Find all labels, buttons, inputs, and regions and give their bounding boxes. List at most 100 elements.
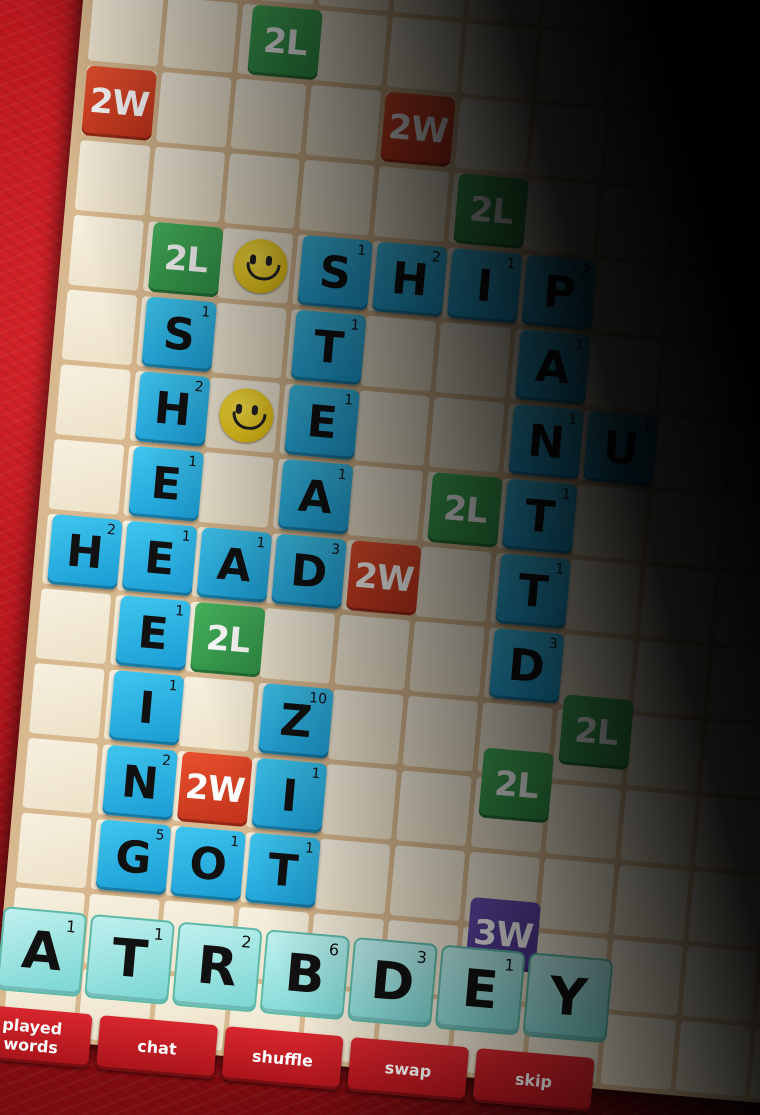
board-cell[interactable] xyxy=(756,952,760,1029)
board-cell[interactable] xyxy=(749,1027,760,1104)
board-cell[interactable] xyxy=(461,23,538,100)
board-cell[interactable] xyxy=(685,42,760,119)
board-cell[interactable] xyxy=(162,0,239,73)
board-cell[interactable] xyxy=(672,192,749,269)
board-cell[interactable] xyxy=(395,770,472,847)
board-cell[interactable] xyxy=(720,497,760,574)
board-cell[interactable] xyxy=(545,783,622,860)
game-board[interactable]: 2L 2W 2W 2L 2L 2L 2W 2L 2L 2L 2W 3W S1H2… xyxy=(0,0,760,1115)
board-cell[interactable] xyxy=(646,491,723,568)
rack-tile[interactable]: E1 xyxy=(434,944,526,1036)
board-cell[interactable] xyxy=(55,364,131,441)
board-cell[interactable] xyxy=(402,695,479,772)
board-cell[interactable] xyxy=(259,607,336,684)
board-cell[interactable] xyxy=(347,465,424,541)
board-cell[interactable] xyxy=(334,614,411,691)
board-cell[interactable] xyxy=(314,838,391,915)
board-cell[interactable] xyxy=(538,858,615,935)
played-words-button[interactable]: played words xyxy=(0,1004,93,1069)
board-cell[interactable] xyxy=(681,946,758,1022)
board-cell[interactable] xyxy=(639,565,716,642)
board-cell[interactable] xyxy=(565,559,641,636)
board-cell[interactable] xyxy=(740,273,760,350)
board-cell[interactable] xyxy=(675,1020,752,1097)
board-cell[interactable] xyxy=(74,140,151,216)
board-cell[interactable] xyxy=(600,1014,677,1091)
board-cell[interactable] xyxy=(386,16,463,93)
board-cell[interactable] xyxy=(389,845,466,921)
board-cell[interactable] xyxy=(327,689,404,766)
board-cell[interactable] xyxy=(620,790,696,866)
board-cell[interactable] xyxy=(87,0,164,67)
chat-button[interactable]: chat xyxy=(95,1015,219,1080)
board-cell[interactable] xyxy=(678,117,755,194)
board-cell[interactable] xyxy=(61,289,138,366)
board-cell[interactable] xyxy=(529,104,606,181)
board-cell[interactable] xyxy=(747,198,760,275)
board-cell[interactable] xyxy=(633,640,710,717)
board-cell[interactable] xyxy=(68,214,144,291)
board-cell[interactable] xyxy=(584,335,661,412)
board-cell[interactable] xyxy=(15,812,92,889)
board-cell[interactable] xyxy=(701,721,760,798)
board-cell[interactable] xyxy=(155,71,232,148)
board-cell[interactable] xyxy=(393,0,469,18)
board-cell[interactable] xyxy=(211,302,287,379)
board-cell[interactable] xyxy=(610,36,687,113)
rack-tile[interactable]: T1 xyxy=(84,913,176,1005)
board-cell[interactable] xyxy=(688,871,760,948)
board-cell[interactable] xyxy=(298,159,375,236)
board-cell[interactable] xyxy=(467,0,544,25)
board-cell[interactable] xyxy=(659,341,736,418)
board-cell[interactable] xyxy=(617,0,694,38)
board-cell[interactable] xyxy=(692,0,760,45)
rack-tile[interactable]: D3 xyxy=(347,936,439,1028)
board-cell[interactable] xyxy=(454,98,531,174)
board-cell[interactable] xyxy=(522,179,599,256)
board-cell[interactable] xyxy=(542,0,619,31)
board-cell[interactable] xyxy=(613,864,690,941)
board-cell[interactable] xyxy=(305,84,382,161)
board-cell[interactable] xyxy=(28,663,105,739)
board-cell[interactable] xyxy=(626,715,703,792)
board-cell[interactable] xyxy=(353,390,430,467)
board-cell[interactable] xyxy=(604,111,681,187)
board-cell[interactable] xyxy=(428,396,505,473)
board-cell[interactable] xyxy=(591,260,667,337)
board-cell[interactable] xyxy=(22,737,99,814)
board-cell[interactable] xyxy=(694,796,760,873)
board-cell[interactable] xyxy=(665,267,742,343)
rack-tile[interactable]: A1 xyxy=(0,906,88,998)
board-cell[interactable] xyxy=(536,29,612,106)
board-cell[interactable] xyxy=(224,153,300,229)
swap-button[interactable]: swap xyxy=(346,1037,470,1102)
board-cell[interactable] xyxy=(230,78,307,155)
shuffle-button[interactable]: shuffle xyxy=(221,1026,344,1091)
board-cell[interactable] xyxy=(714,572,760,649)
rack-tile[interactable]: Y xyxy=(522,952,614,1044)
board-cell[interactable] xyxy=(435,322,512,398)
board-cell[interactable] xyxy=(321,763,398,840)
board-cell[interactable] xyxy=(652,416,729,493)
board-cell[interactable] xyxy=(707,647,760,723)
board-cell[interactable] xyxy=(178,676,255,752)
board-cell[interactable] xyxy=(197,451,274,528)
board-cell[interactable] xyxy=(409,621,485,697)
board-cell[interactable] xyxy=(753,124,760,200)
board-cell[interactable] xyxy=(311,10,388,87)
skip-button[interactable]: skip xyxy=(472,1048,595,1113)
board-cell[interactable] xyxy=(360,315,437,392)
board-cell[interactable] xyxy=(35,588,112,665)
board-cell[interactable] xyxy=(373,166,450,243)
board-cell[interactable] xyxy=(597,185,674,262)
board-cell[interactable] xyxy=(415,546,492,623)
board-cell[interactable] xyxy=(734,348,760,425)
rack-tile[interactable]: R2 xyxy=(171,921,263,1013)
board-cell[interactable] xyxy=(727,423,760,499)
board-cell[interactable] xyxy=(607,939,683,1016)
board-cell[interactable] xyxy=(149,146,226,223)
board-cell[interactable] xyxy=(318,0,395,12)
board-cell[interactable] xyxy=(571,484,648,561)
rack-tile[interactable]: B6 xyxy=(259,929,351,1021)
board-cell[interactable] xyxy=(48,438,125,515)
